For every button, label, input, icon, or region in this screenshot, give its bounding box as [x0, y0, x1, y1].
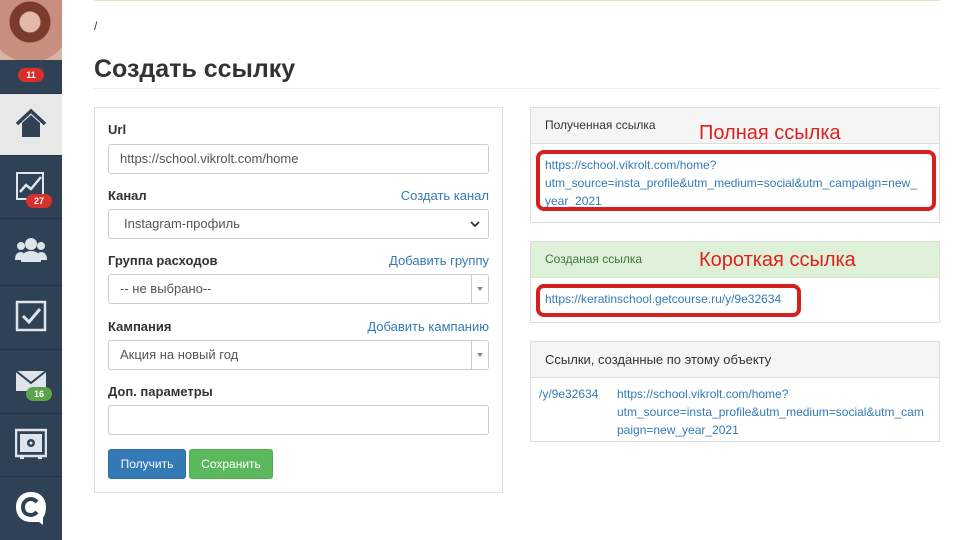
dropdown-arrow-icon: [471, 275, 488, 303]
sidebar-item-users[interactable]: [0, 218, 62, 280]
sidebar-item-safe[interactable]: [0, 413, 62, 475]
chevron-down-icon: [470, 221, 480, 228]
page-title: Создать ссылку: [94, 55, 296, 83]
object-full-link-line-1[interactable]: https://school.vikrolt.com/home?: [617, 385, 924, 403]
getcourse-logo-icon: [16, 492, 46, 525]
url-input[interactable]: https://school.vikrolt.com/home: [108, 144, 489, 174]
short-link-highlight: [536, 284, 801, 317]
avatar[interactable]: [0, 0, 62, 60]
top-divider: [94, 0, 940, 1]
extra-params-label: Доп. параметры: [108, 384, 213, 399]
object-full-link-line-2[interactable]: utm_source=insta_profile&utm_medium=soci…: [617, 403, 924, 421]
add-group-link[interactable]: Добавить группу: [389, 253, 489, 268]
create-link-form: Url https://school.vikrolt.com/home Кана…: [94, 107, 503, 493]
full-link-highlight: [536, 150, 936, 211]
sidebar-item-getcourse[interactable]: [0, 476, 62, 538]
full-link-annotation: Полная ссылка: [699, 122, 841, 144]
save-button[interactable]: Сохранить: [189, 449, 273, 479]
channel-label: Канал: [108, 188, 147, 203]
expense-group-value: -- не выбрано--: [120, 281, 212, 296]
breadcrumb[interactable]: /: [94, 19, 97, 33]
title-divider: [94, 88, 940, 89]
object-short-link[interactable]: /y/9e32634: [539, 385, 598, 403]
channel-select-value: Instagram-профиль: [124, 216, 240, 231]
object-links-heading: Ссылки, созданные по этому объекту: [531, 342, 939, 378]
home-icon: [15, 108, 47, 137]
sidebar-item-home[interactable]: [0, 93, 62, 155]
tasks-icon: [15, 300, 47, 332]
notification-badge: 11: [18, 68, 44, 82]
campaign-label: Кампания: [108, 319, 172, 334]
campaign-value: Акция на новый год: [120, 347, 239, 362]
object-links-panel: Ссылки, созданные по этому объекту /y/9e…: [530, 341, 940, 442]
safe-icon: [15, 428, 47, 459]
add-campaign-link[interactable]: Добавить кампанию: [367, 319, 489, 334]
extra-params-input[interactable]: [108, 405, 489, 435]
url-label: Url: [108, 122, 127, 137]
mail-badge: 16: [26, 387, 52, 401]
create-channel-link[interactable]: Создать канал: [401, 188, 489, 203]
sidebar: 11 27 16: [0, 0, 62, 540]
sidebar-item-tasks[interactable]: [0, 285, 62, 347]
users-icon: [15, 238, 47, 262]
campaign-select[interactable]: Акция на новый год: [108, 340, 489, 370]
analytics-badge: 27: [26, 194, 52, 208]
channel-select[interactable]: Instagram-профиль: [108, 209, 489, 239]
object-full-link-line-3[interactable]: paign=new_year_2021: [617, 421, 924, 439]
sidebar-item-mail[interactable]: 16: [0, 349, 62, 411]
short-link-annotation: Короткая ссылка: [699, 249, 856, 271]
get-button[interactable]: Получить: [108, 449, 186, 479]
expense-group-select[interactable]: -- не выбрано--: [108, 274, 489, 304]
sidebar-item-analytics[interactable]: 27: [0, 155, 62, 217]
expense-group-label: Группа расходов: [108, 253, 218, 268]
dropdown-arrow-icon: [471, 341, 488, 369]
